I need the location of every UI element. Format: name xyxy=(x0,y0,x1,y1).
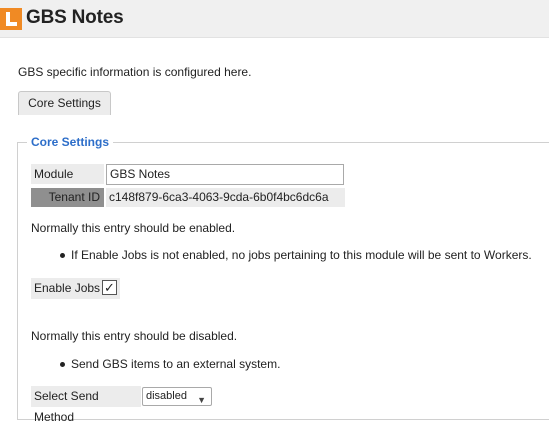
app-logo-icon xyxy=(0,8,22,30)
bullet-icon xyxy=(60,253,65,258)
tenant-id-value: c148f879-6ca3-4063-9cda-6b0f4bc6dc6a xyxy=(106,188,345,207)
disable-note: Normally this entry should be disabled. xyxy=(31,329,238,343)
module-name-input[interactable]: GBS Notes xyxy=(106,164,344,185)
enable-jobs-info: If Enable Jobs is not enabled, no jobs p… xyxy=(71,248,532,262)
send-method-value: disabled xyxy=(146,390,187,402)
enable-note: Normally this entry should be enabled. xyxy=(31,221,236,235)
send-method-select[interactable]: disabled ▼ xyxy=(142,387,212,406)
chevron-down-icon: ▼ xyxy=(197,395,206,405)
fieldset-legend: Core Settings xyxy=(27,135,114,149)
tenant-id-label: Tenant ID xyxy=(31,188,104,207)
tab-core-settings[interactable]: Core Settings xyxy=(18,91,111,115)
enable-jobs-checkbox[interactable]: ✓ xyxy=(102,280,117,295)
page-title: GBS Notes xyxy=(26,7,124,28)
send-method-label: Select Send Method xyxy=(31,386,141,424)
intro-text: GBS specific information is configured h… xyxy=(18,65,252,79)
page-header: GBS Notes xyxy=(0,0,549,38)
module-name-label: Module name xyxy=(31,164,104,201)
bullet-icon xyxy=(60,362,65,367)
send-items-info: Send GBS items to an external system. xyxy=(71,357,281,371)
